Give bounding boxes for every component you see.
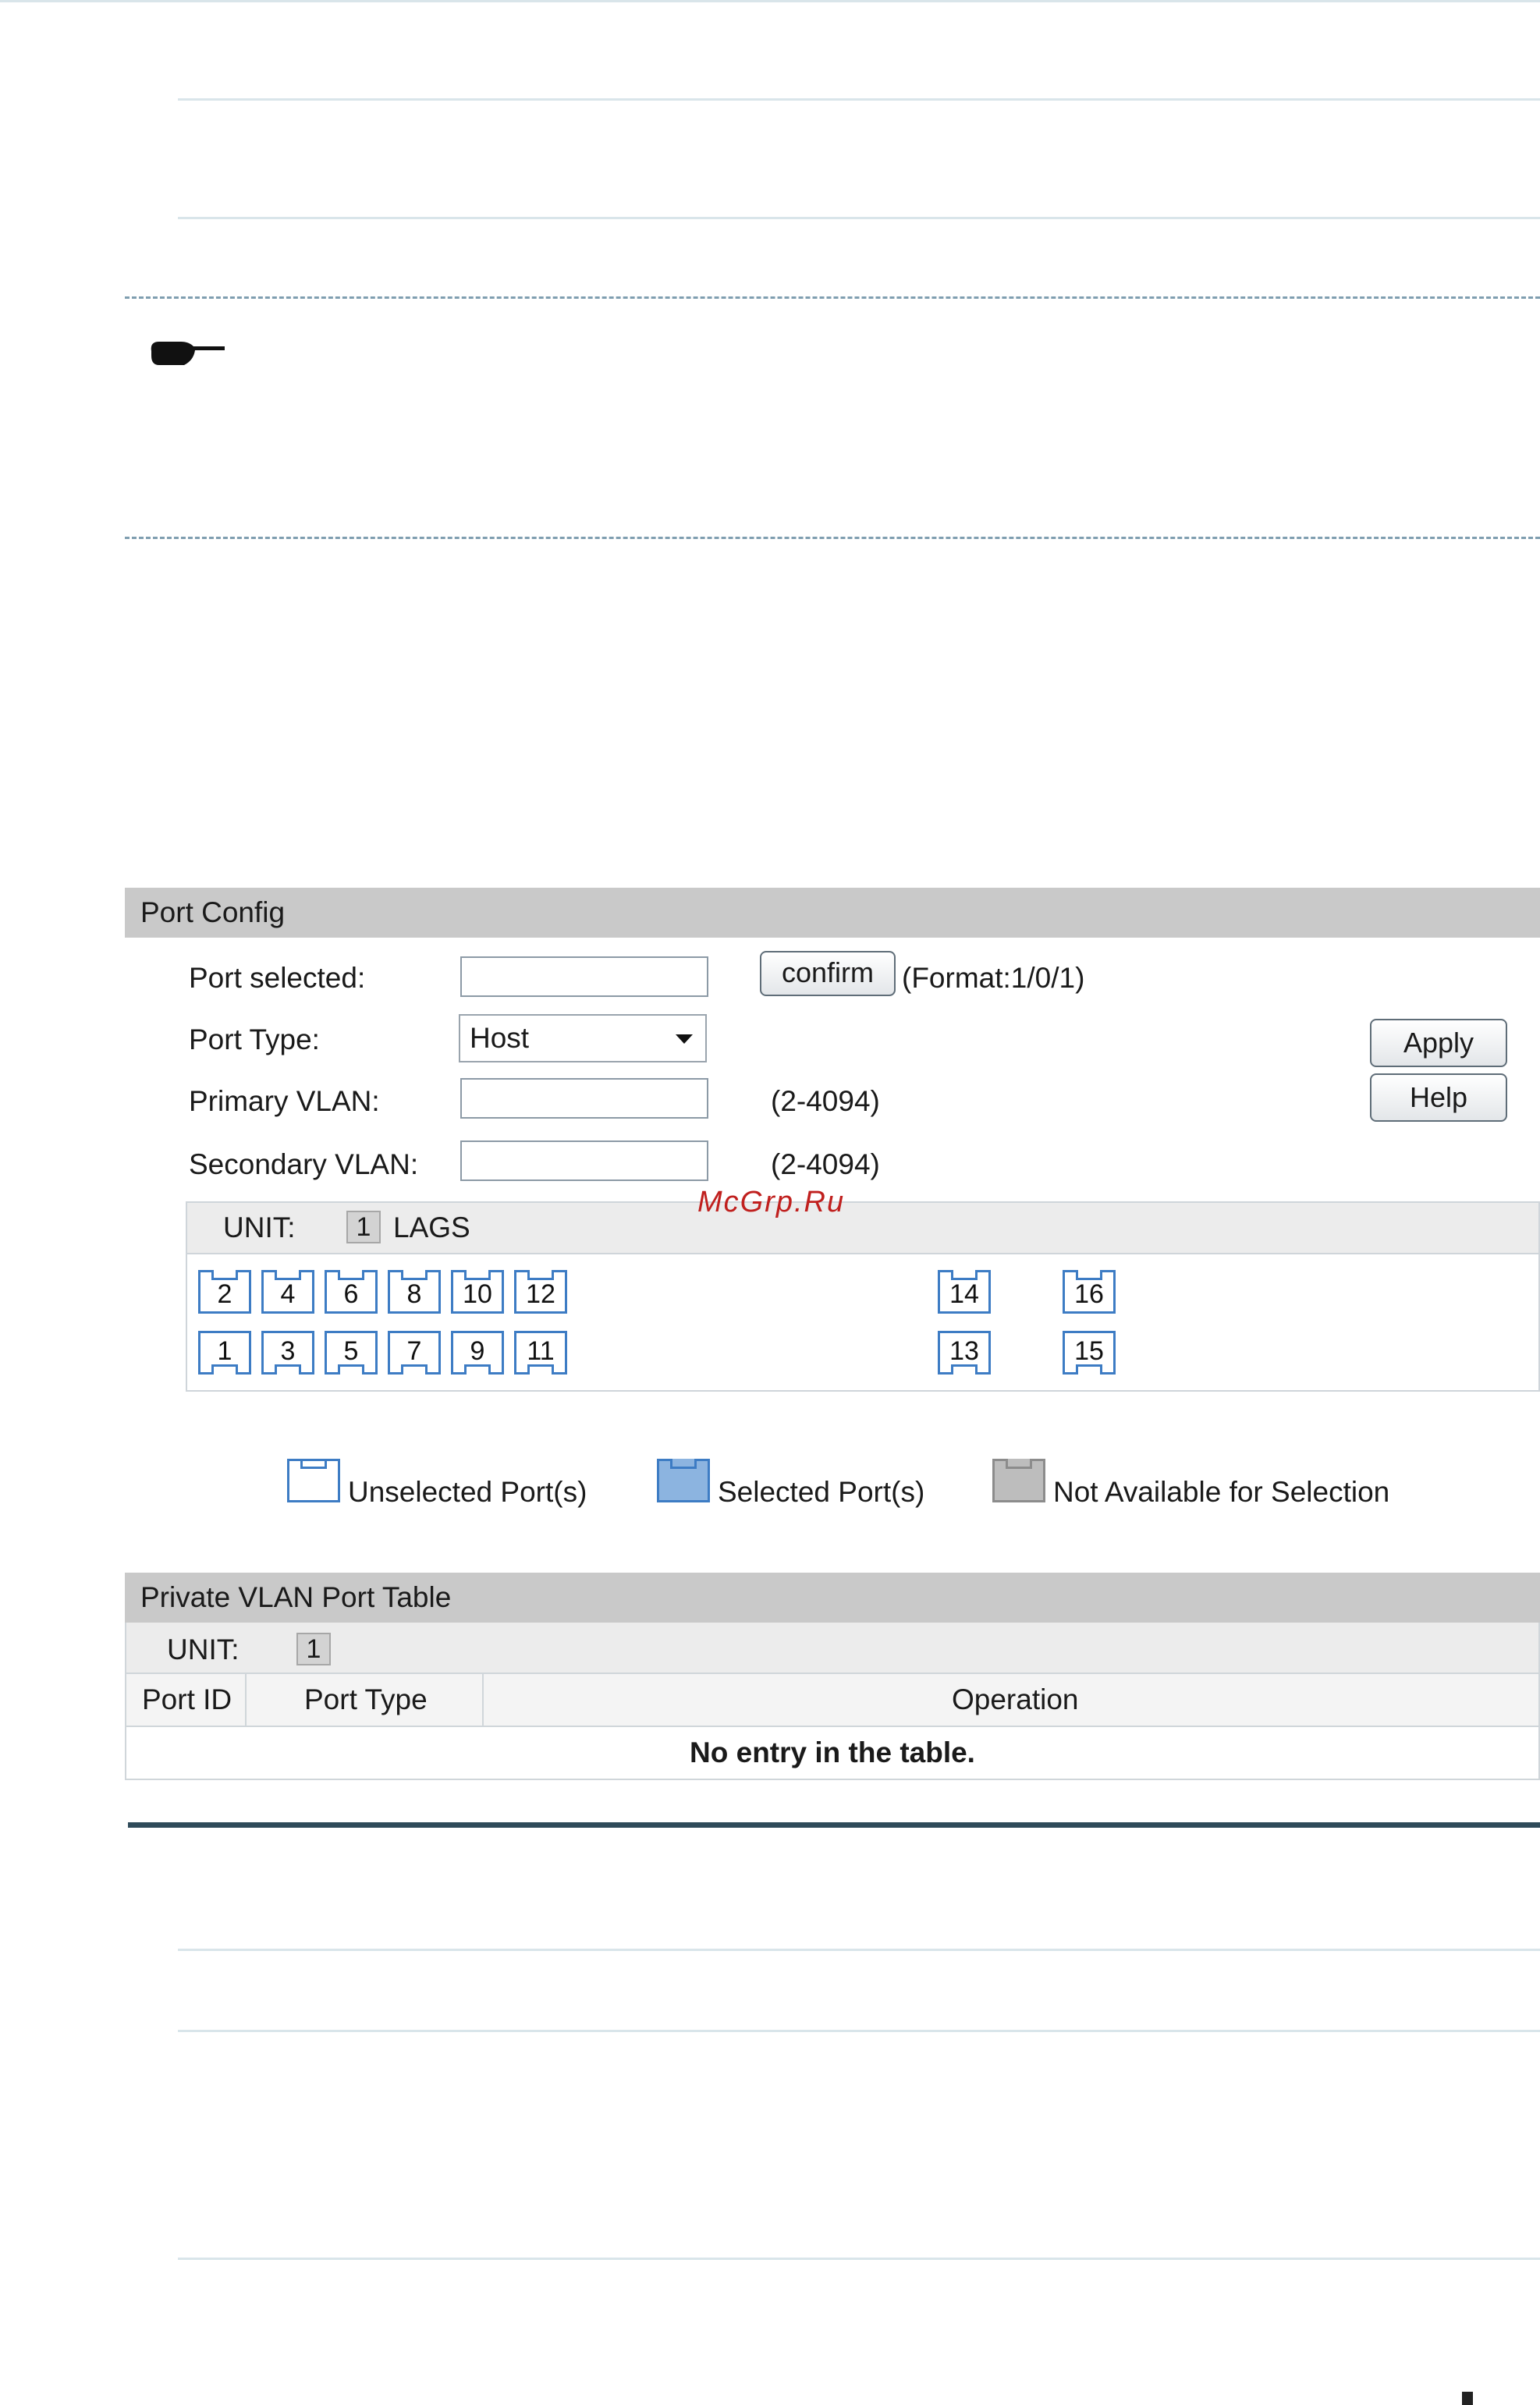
empty-message: No entry in the table. bbox=[690, 1736, 975, 1768]
secondary-vlan-label: Secondary VLAN: bbox=[189, 1148, 419, 1180]
confirm-button[interactable]: confirm bbox=[760, 951, 896, 996]
column-operation: Operation bbox=[952, 1683, 1079, 1715]
port-number: 16 bbox=[1074, 1279, 1104, 1309]
port-table-title: Private VLAN Port Table bbox=[140, 1581, 452, 1613]
port-type-select[interactable]: Host bbox=[459, 1014, 707, 1062]
port-7[interactable]: 7 bbox=[388, 1331, 441, 1375]
table-unit-button[interactable]: 1 bbox=[296, 1633, 331, 1665]
primary-vlan-input[interactable] bbox=[460, 1078, 708, 1119]
port-config-header: Port Config bbox=[125, 888, 1540, 938]
note-border-bottom bbox=[125, 537, 1540, 539]
port-selected-label: Port selected: bbox=[189, 962, 366, 994]
divider-line bbox=[178, 98, 1540, 101]
divider-line bbox=[178, 2030, 1540, 2032]
secondary-vlan-range: (2-4094) bbox=[771, 1148, 880, 1180]
table-unit-label: UNIT: bbox=[167, 1633, 240, 1665]
lags-tab[interactable]: LAGS bbox=[393, 1211, 470, 1244]
column-port-type: Port Type bbox=[304, 1683, 428, 1715]
port-14[interactable]: 14 bbox=[938, 1270, 991, 1314]
port-number: 3 bbox=[280, 1336, 296, 1366]
format-hint: (Format:1/0/1) bbox=[902, 962, 1085, 994]
unit-button[interactable]: 1 bbox=[346, 1211, 381, 1243]
port-number: 13 bbox=[949, 1336, 979, 1366]
port-15[interactable]: 15 bbox=[1063, 1331, 1116, 1375]
legend-not-available: Not Available for Selection bbox=[1053, 1476, 1390, 1508]
port-number: 4 bbox=[280, 1279, 296, 1309]
port-11[interactable]: 11 bbox=[514, 1331, 567, 1375]
port-selected-input[interactable] bbox=[460, 956, 708, 997]
port-number: 2 bbox=[217, 1279, 232, 1309]
divider-line bbox=[178, 217, 1540, 219]
port-number: 1 bbox=[217, 1336, 232, 1366]
port-8[interactable]: 8 bbox=[388, 1270, 441, 1314]
section-rule bbox=[128, 1822, 1540, 1828]
table-header-row: Port ID Port Type Operation bbox=[125, 1674, 1540, 1727]
port-9[interactable]: 9 bbox=[451, 1331, 504, 1375]
port-12[interactable]: 12 bbox=[514, 1270, 567, 1314]
port-4[interactable]: 4 bbox=[261, 1270, 314, 1314]
divider-line bbox=[178, 2258, 1540, 2260]
port-number: 12 bbox=[526, 1279, 555, 1309]
table-empty-row: No entry in the table. bbox=[125, 1727, 1540, 1780]
port-number: 6 bbox=[343, 1279, 359, 1309]
port-3[interactable]: 3 bbox=[261, 1331, 314, 1375]
help-button[interactable]: Help bbox=[1370, 1073, 1507, 1122]
unselected-port-icon bbox=[287, 1459, 340, 1502]
primary-vlan-label: Primary VLAN: bbox=[189, 1085, 380, 1117]
port-number: 11 bbox=[527, 1336, 555, 1366]
port-table-header: Private VLAN Port Table bbox=[125, 1573, 1540, 1623]
pointing-hand-icon bbox=[151, 342, 225, 365]
port-config-title: Port Config bbox=[140, 896, 286, 928]
port-10[interactable]: 10 bbox=[451, 1270, 504, 1314]
divider-line bbox=[178, 1949, 1540, 1951]
chevron-down-icon bbox=[676, 1034, 693, 1044]
port-type-value: Host bbox=[470, 1022, 530, 1054]
port-panel-header bbox=[186, 1201, 1540, 1254]
port-table-unit-row bbox=[125, 1623, 1540, 1674]
legend-unselected: Unselected Port(s) bbox=[348, 1476, 587, 1508]
port-6[interactable]: 6 bbox=[325, 1270, 378, 1314]
port-number: 7 bbox=[406, 1336, 422, 1366]
apply-button[interactable]: Apply bbox=[1370, 1019, 1507, 1067]
port-number: 8 bbox=[406, 1279, 422, 1309]
port-13[interactable]: 13 bbox=[938, 1331, 991, 1375]
port-type-label: Port Type: bbox=[189, 1023, 320, 1055]
watermark-text: McGrp.Ru bbox=[697, 1186, 846, 1218]
page-marker bbox=[1462, 2392, 1473, 2405]
unavailable-port-icon bbox=[992, 1459, 1045, 1502]
primary-vlan-range: (2-4094) bbox=[771, 1085, 880, 1117]
port-number: 14 bbox=[949, 1279, 979, 1309]
port-2[interactable]: 2 bbox=[198, 1270, 251, 1314]
port-number: 15 bbox=[1074, 1336, 1104, 1366]
port-number: 10 bbox=[463, 1279, 492, 1309]
port-16[interactable]: 16 bbox=[1063, 1270, 1116, 1314]
selected-port-icon bbox=[657, 1459, 710, 1502]
unit-label: UNIT: bbox=[223, 1211, 296, 1243]
port-1[interactable]: 1 bbox=[198, 1331, 251, 1375]
legend-selected: Selected Port(s) bbox=[718, 1476, 925, 1508]
note-border-top bbox=[125, 296, 1540, 299]
column-port-id: Port ID bbox=[142, 1683, 232, 1715]
secondary-vlan-input[interactable] bbox=[460, 1140, 708, 1181]
port-number: 5 bbox=[343, 1336, 359, 1366]
top-rule bbox=[0, 0, 1540, 2]
port-5[interactable]: 5 bbox=[325, 1331, 378, 1375]
port-number: 9 bbox=[470, 1336, 485, 1366]
